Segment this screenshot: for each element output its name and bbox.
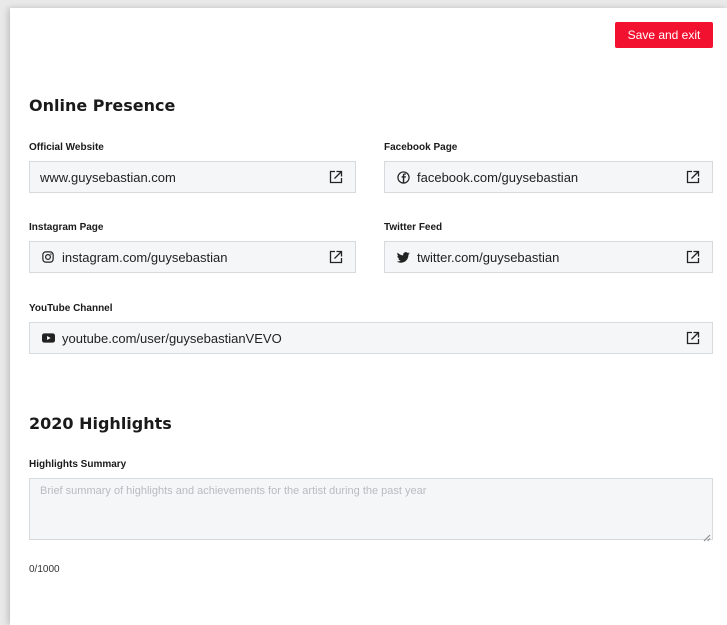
facebook-icon — [396, 170, 410, 184]
youtube-field[interactable]: youtube.com/user/guysebastianVEVO — [29, 322, 713, 354]
highlights-summary-label: Highlights Summary — [29, 459, 127, 470]
twitter-label: Twitter Feed — [384, 222, 443, 233]
save-and-exit-button[interactable]: Save and exit — [615, 22, 713, 48]
highlights-summary-input[interactable] — [29, 478, 713, 540]
character-counter: 0/1000 — [29, 564, 60, 575]
highlights-title: 2020 Highlights — [29, 414, 172, 433]
instagram-field[interactable]: instagram.com/guysebastian — [29, 241, 356, 273]
twitter-field[interactable]: twitter.com/guysebastian — [384, 241, 713, 273]
open-link-icon[interactable] — [684, 168, 702, 186]
instagram-value[interactable]: instagram.com/guysebastian — [62, 250, 327, 265]
open-link-icon[interactable] — [327, 248, 345, 266]
form-panel: Save and exit Online Presence Official W… — [10, 8, 727, 625]
youtube-value[interactable]: youtube.com/user/guysebastianVEVO — [62, 331, 684, 346]
facebook-label: Facebook Page — [384, 142, 458, 153]
youtube-icon — [41, 331, 55, 345]
open-link-icon[interactable] — [684, 248, 702, 266]
open-link-icon[interactable] — [684, 329, 702, 347]
instagram-label: Instagram Page — [29, 222, 104, 233]
twitter-icon — [396, 250, 410, 264]
resize-handle-icon[interactable] — [702, 529, 711, 542]
website-label: Official Website — [29, 142, 104, 153]
online-presence-title: Online Presence — [29, 96, 176, 115]
facebook-field[interactable]: facebook.com/guysebastian — [384, 161, 713, 193]
open-link-icon[interactable] — [327, 168, 345, 186]
website-value[interactable]: www.guysebastian.com — [40, 170, 327, 185]
youtube-label: YouTube Channel — [29, 303, 113, 314]
website-field[interactable]: www.guysebastian.com — [29, 161, 356, 193]
facebook-value[interactable]: facebook.com/guysebastian — [417, 170, 684, 185]
twitter-value[interactable]: twitter.com/guysebastian — [417, 250, 684, 265]
instagram-icon — [41, 250, 55, 264]
